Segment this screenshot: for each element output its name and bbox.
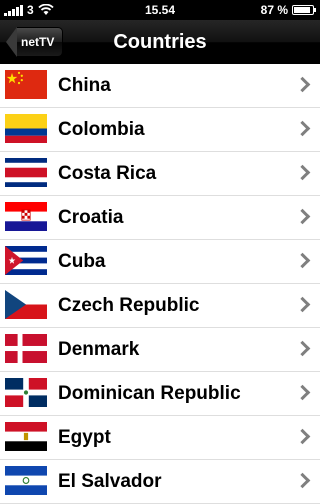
country-name: Costa Rica — [58, 163, 157, 184]
battery-fill — [294, 7, 310, 13]
costa-rica-flag-icon — [5, 158, 47, 187]
chevron-right-icon — [294, 252, 311, 269]
country-row-costa-rica[interactable]: Costa Rica — [0, 152, 320, 196]
country-name: Cuba — [58, 251, 106, 272]
chevron-right-icon — [294, 472, 311, 489]
chevron-right-icon — [294, 120, 311, 137]
country-name: Croatia — [58, 207, 124, 228]
el-salvador-flag-icon — [5, 466, 47, 495]
denmark-flag-icon — [5, 334, 47, 363]
country-name: Egypt — [58, 427, 111, 448]
country-row-china[interactable]: China — [0, 64, 320, 108]
status-bar: 3 15.54 87 % — [0, 0, 320, 20]
country-row-colombia[interactable]: Colombia — [0, 108, 320, 152]
country-name: El Salvador — [58, 471, 162, 492]
dominican-republic-flag-icon — [5, 378, 47, 407]
country-row-czech-republic[interactable]: Czech Republic — [0, 284, 320, 328]
country-row-cuba[interactable]: Cuba — [0, 240, 320, 284]
country-name: Denmark — [58, 339, 140, 360]
chevron-right-icon — [294, 384, 311, 401]
china-flag-icon — [5, 70, 47, 99]
country-name: Colombia — [58, 119, 145, 140]
status-right: 87 % — [260, 3, 316, 17]
country-row-el-salvador[interactable]: El Salvador — [0, 460, 320, 504]
country-name: Dominican Republic — [58, 383, 241, 404]
battery-percent: 87 % — [260, 3, 288, 17]
country-row-egypt[interactable]: Egypt — [0, 416, 320, 460]
chevron-right-icon — [294, 164, 311, 181]
chevron-right-icon — [294, 208, 311, 225]
country-row-croatia[interactable]: Croatia — [0, 196, 320, 240]
navigation-bar: netTV Countries — [0, 20, 320, 65]
czech-republic-flag-icon — [5, 290, 47, 319]
chevron-right-icon — [294, 76, 311, 93]
cuba-flag-icon — [5, 246, 47, 275]
chevron-right-icon — [294, 340, 311, 357]
country-row-denmark[interactable]: Denmark — [0, 328, 320, 372]
croatia-flag-icon — [5, 202, 47, 231]
country-row-dominican-republic[interactable]: Dominican Republic — [0, 372, 320, 416]
egypt-flag-icon — [5, 422, 47, 451]
colombia-flag-icon — [5, 114, 47, 143]
chevron-right-icon — [294, 296, 311, 313]
country-list: China Colombia Costa Rica Croatia Cuba C… — [0, 64, 320, 504]
page-title: Countries — [113, 31, 207, 53]
country-name: China — [58, 75, 111, 96]
battery-icon — [292, 5, 316, 15]
chevron-right-icon — [294, 428, 311, 445]
country-name: Czech Republic — [58, 295, 200, 316]
